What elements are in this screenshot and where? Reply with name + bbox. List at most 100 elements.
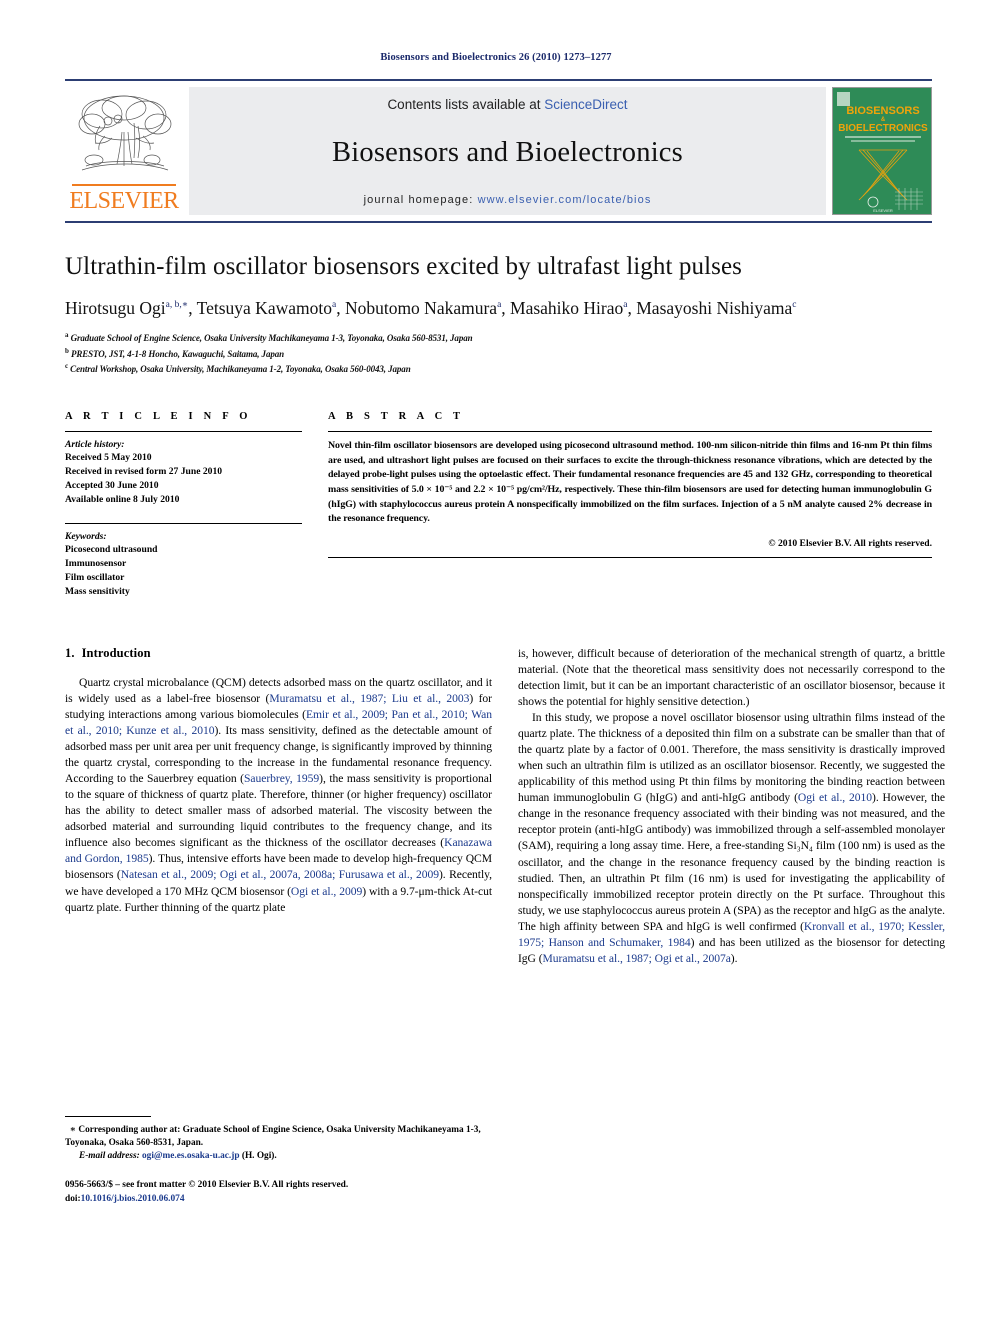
affiliation-item: a Graduate School of Engine Science, Osa… (65, 330, 932, 346)
homepage-url-link[interactable]: www.elsevier.com/locate/bios (478, 194, 652, 206)
keyword-item: Mass sensitivity (65, 585, 130, 597)
author-name: Masayoshi Nishiyama (636, 297, 793, 318)
affiliation-mark: c (65, 362, 69, 371)
elsevier-rule (72, 184, 176, 186)
journal-header-center: Contents lists available at ScienceDirec… (189, 87, 826, 215)
article-history-title: Article history: (65, 438, 125, 450)
author-sep: , (336, 297, 345, 318)
paragraph: is, however, difficult because of deteri… (518, 646, 945, 709)
citation-ref[interactable]: Natesan et al., 2009; Ogi et al., 2007a,… (121, 868, 439, 881)
elsevier-tree-icon (78, 95, 172, 171)
homepage-label: journal homepage: (363, 194, 474, 206)
keyword-item: Immunosensor (65, 557, 127, 569)
citation-ref[interactable]: Kronvall et al., 1970; Kessler, 1975; Ha… (518, 920, 945, 949)
sciencedirect-link[interactable]: ScienceDirect (544, 97, 627, 112)
citation-ref[interactable]: Ogi et al., 2009 (291, 885, 362, 898)
email-label: E-mail address: (79, 1151, 140, 1162)
abstract-copyright: © 2010 Elsevier B.V. All rights reserved… (768, 537, 932, 549)
affiliation-list: a Graduate School of Engine Science, Osa… (65, 330, 932, 377)
article-info-heading: A R T I C L E I N F O (65, 410, 252, 422)
email-suffix: (H. Ogi). (241, 1151, 277, 1162)
author-name: Tetsuya Kawamoto (196, 297, 332, 318)
citation-ref[interactable]: Kanazawa and Gordon, 1985 (65, 836, 492, 865)
keyword-item: Picosecond ultrasound (65, 543, 158, 555)
footnote-block: ∗ Corresponding author at: Graduate Scho… (65, 1115, 492, 1206)
imprint-block: 0956-5663/$ – see front matter © 2010 El… (65, 1178, 492, 1206)
journal-homepage-line: journal homepage: www.elsevier.com/locat… (364, 194, 652, 206)
asterisk-icon: ∗ (69, 1124, 77, 1135)
body-column-right: is, however, difficult because of deteri… (518, 646, 945, 1206)
affiliation-text: PRESTO, JST, 4-1-8 Honcho, Kawaguchi, Sa… (70, 348, 285, 359)
paragraph: In this study, we propose a novel oscill… (518, 711, 946, 965)
abstract-text: Novel thin-film oscillator biosensors ar… (328, 439, 932, 525)
divider (65, 430, 302, 432)
abstract-heading: A B S T R A C T (328, 410, 465, 422)
author-affil-marks: c (792, 299, 797, 310)
body-columns: 1. Introduction Quartz crystal microbalan… (65, 646, 945, 1206)
history-item: Received in revised form 27 June 2010 (65, 465, 223, 477)
section-number: 1. (65, 645, 75, 660)
author-name: Nobutomo Nakamura (344, 297, 498, 318)
citation-ref[interactable]: Emir et al., 2009; Pan et al., 2010; Wan… (65, 708, 492, 737)
journal-title: Biosensors and Bioelectronics (332, 137, 683, 168)
affiliation-mark: b (65, 346, 69, 355)
history-item: Accepted 30 June 2010 (65, 479, 159, 491)
body-column-left: 1. Introduction Quartz crystal microbalan… (65, 646, 492, 1206)
page-title: Ultrathin-film oscillator biosensors exc… (65, 253, 743, 280)
citation-ref[interactable]: Muramatsu et al., 1987; Liu et al., 2003 (269, 692, 469, 705)
issn-line: 0956-5663/$ – see front matter © 2010 El… (65, 1179, 349, 1190)
author-sep: , (627, 297, 632, 318)
divider (328, 556, 932, 558)
paragraph: Quartz crystal microbalance (QCM) detect… (65, 675, 492, 914)
author-entry: Masahiko Hiraoa, (510, 298, 632, 318)
affiliation-text: Central Workshop, Osaka University, Mach… (70, 364, 411, 375)
corresponding-author-text: Corresponding author at: Graduate School… (65, 1124, 481, 1148)
contents-lists-prefix: Contents lists available at (387, 97, 545, 112)
author-entry: Nobutomo Nakamuraa, (345, 298, 510, 318)
elsevier-logo: ELSEVIER (65, 87, 183, 215)
keywords-title: Keywords: (65, 530, 107, 542)
history-item: Received 5 May 2010 (65, 451, 152, 463)
running-head: Biosensors and Bioelectronics 26 (2010) … (380, 52, 612, 63)
author-entry: Tetsuya Kawamotoa, (197, 298, 345, 318)
elsevier-wordmark: ELSEVIER (69, 188, 179, 214)
citation-ref[interactable]: Muramatsu et al., 1987; Ogi et al., 2007… (543, 952, 731, 965)
svg-text:BIOSENSORS: BIOSENSORS (846, 105, 919, 117)
doi-label: doi: (65, 1193, 81, 1204)
corresponding-author-note: ∗ Corresponding author at: Graduate Scho… (65, 1124, 492, 1151)
article-info-column: A R T I C L E I N F O Article history: R… (65, 411, 302, 602)
divider (328, 430, 932, 432)
author-name: Masahiko Hirao (510, 297, 624, 318)
affiliation-mark: a (65, 330, 69, 339)
citation-ref[interactable]: Sauerbrey, 1959 (244, 772, 319, 785)
author-sep: , (501, 297, 511, 318)
author-entry: Masayoshi Nishiyamac (636, 298, 796, 318)
journal-header: ELSEVIER Contents lists available at Sci… (65, 79, 932, 223)
citation-ref[interactable]: Ogi et al., 2010 (798, 791, 872, 804)
affiliation-item: c Central Workshop, Osaka University, Ma… (65, 361, 932, 377)
author-sep: , (188, 297, 197, 318)
keywords-group: Keywords: Picosecond ultrasound Immunose… (65, 531, 302, 599)
cover-artwork: BIOSENSORS & BIOELECTRONICS ELSEVIER (833, 88, 931, 214)
doi-link[interactable]: 10.1016/j.bios.2010.06.074 (81, 1194, 185, 1204)
email-link[interactable]: ogi@me.es.osaka-u.ac.jp (142, 1151, 239, 1161)
keyword-item: Film oscillator (65, 571, 125, 583)
author-entry: Hirotsugu Ogia, b,∗, (65, 298, 197, 318)
doi-line: doi:10.1016/j.bios.2010.06.074 (65, 1192, 492, 1206)
author-list: Hirotsugu Ogia, b,∗, Tetsuya Kawamoto a, … (65, 296, 932, 320)
author-name: Hirotsugu Ogi (65, 297, 166, 318)
footnote-rule (65, 1115, 151, 1117)
section-title: Introduction (81, 645, 151, 660)
abstract-column: A B S T R A C T Novel thin-film oscillat… (328, 411, 932, 602)
journal-cover-thumbnail[interactable]: BIOSENSORS & BIOELECTRONICS ELSEVIER (832, 87, 932, 215)
info-abstract-block: A R T I C L E I N F O Article history: R… (65, 411, 932, 602)
affiliation-text: Graduate School of Engine Science, Osaka… (70, 332, 473, 343)
history-item: Available online 8 July 2010 (65, 493, 180, 505)
author-affil-marks: a, b,∗ (165, 299, 189, 310)
svg-text:ELSEVIER: ELSEVIER (873, 208, 893, 213)
article-history-group: Article history: Received 5 May 2010 Rec… (65, 439, 302, 507)
contents-lists-line: Contents lists available at ScienceDirec… (387, 97, 627, 112)
divider (65, 522, 302, 524)
svg-text:BIOELECTRONICS: BIOELECTRONICS (838, 123, 928, 134)
